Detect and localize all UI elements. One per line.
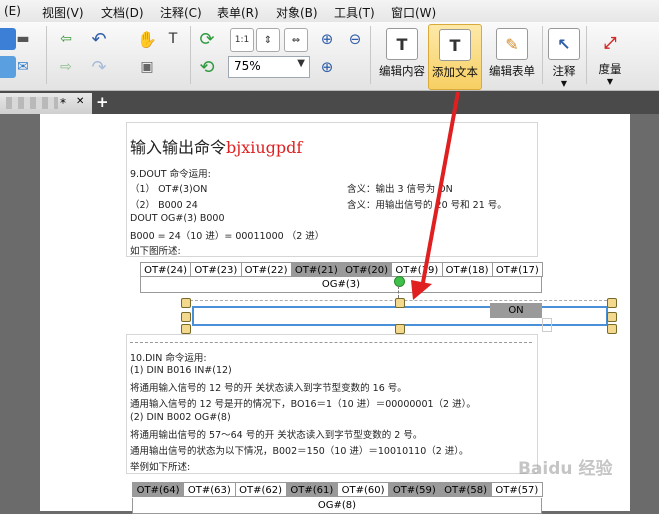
red-arrow (411, 91, 460, 300)
